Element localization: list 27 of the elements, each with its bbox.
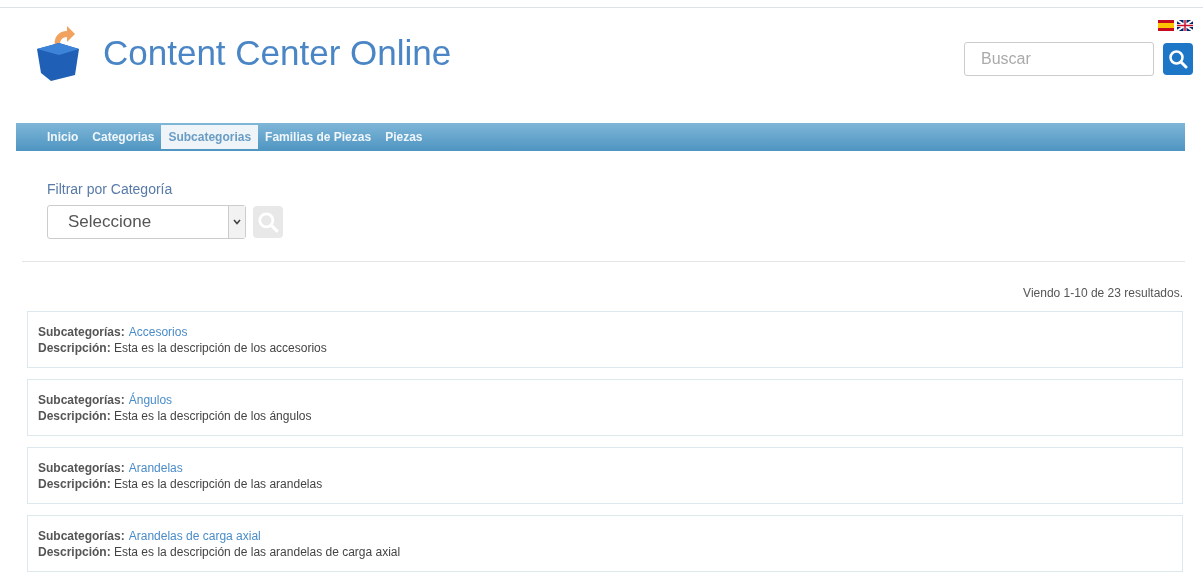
- search-button[interactable]: [1163, 43, 1193, 75]
- description-text: Descripción: Esta es la descripción de los accesorios: [38, 341, 328, 355]
- spain-flag-icon[interactable]: [1158, 20, 1174, 31]
- nav-tab[interactable]: Categorias: [85, 125, 162, 149]
- nav-tab[interactable]: Piezas: [378, 125, 430, 149]
- subcategory-link[interactable]: Arandelas de carga axial: [128, 529, 261, 543]
- filter-label: Filtrar por Categoría: [47, 181, 174, 197]
- category-select[interactable]: Seleccione: [47, 205, 246, 239]
- subcategory-link[interactable]: Arandelas: [128, 461, 183, 475]
- nav-tab[interactable]: Subcategorias: [161, 125, 259, 149]
- caret-icon: [233, 219, 241, 225]
- site-title: Content Center Online: [103, 33, 452, 73]
- results-count: Viendo 1-10 de 23 resultados.: [1022, 285, 1184, 300]
- uk-flag-icon[interactable]: [1177, 20, 1193, 31]
- nav-tab[interactable]: Inicio: [40, 125, 86, 149]
- field-label: Subcategorías:: [38, 325, 125, 339]
- subcategory-link[interactable]: Ángulos: [128, 393, 173, 407]
- field-label: Subcategorías:: [38, 393, 125, 407]
- description-text: Descripción: Esta es la descripción de los ángulos: [38, 409, 313, 423]
- nav-tab[interactable]: Familias de Piezas: [258, 125, 379, 149]
- field-label: Subcategorías:: [38, 461, 125, 475]
- description-text: Descripción: Esta es la descripción de las arandelas de carga axial: [38, 545, 402, 559]
- field-label: Subcategorías:: [38, 529, 125, 543]
- search-icon: [1168, 49, 1188, 69]
- description-text: Descripción: Esta es la descripción de las arandelas: [38, 477, 324, 491]
- search-field[interactable]: Buscar: [964, 42, 1154, 76]
- subcategory-link[interactable]: Accesorios: [128, 325, 188, 339]
